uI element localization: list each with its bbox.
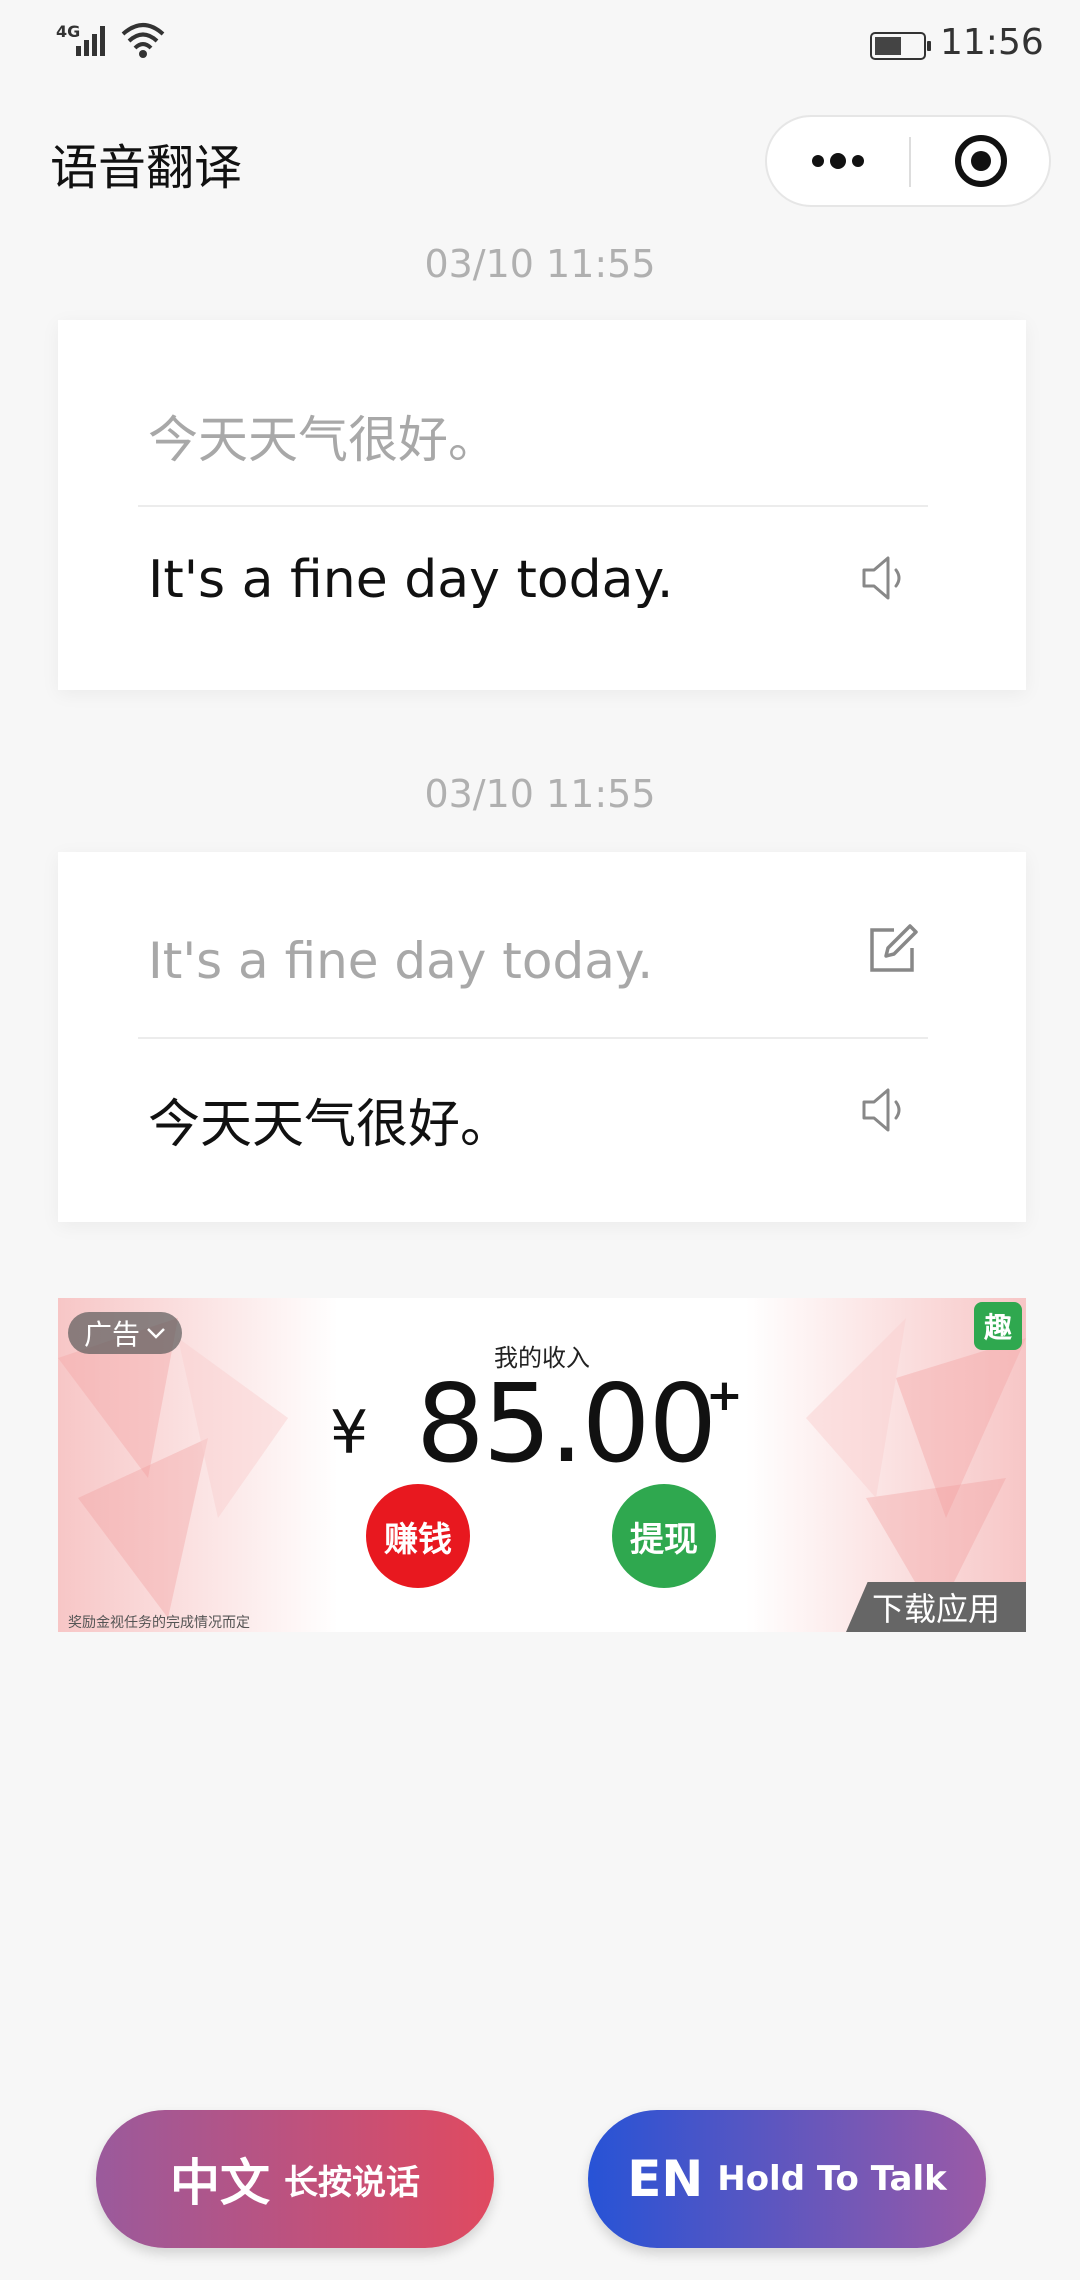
mini-program-capsule (765, 115, 1051, 207)
source-text: 今天天气很好。 (148, 411, 498, 469)
source-text: It's a fine day today. (148, 932, 654, 990)
page-title: 语音翻译 (50, 140, 243, 196)
more-dots-icon (812, 153, 864, 169)
message-timestamp: 03/10 11:55 (424, 242, 656, 286)
close-button[interactable] (911, 117, 1051, 205)
ad-plus-sign: + (706, 1370, 743, 1421)
translated-text: It's a fine day today. (148, 550, 674, 610)
hold-to-talk-english-button[interactable]: EN Hold To Talk (588, 2110, 986, 2248)
wifi-icon (121, 23, 165, 58)
message-timestamp: 03/10 11:55 (424, 772, 656, 816)
translation-card: 今天天气很好。 It's a fine day today. (58, 320, 1026, 690)
ad-footnote: 奖励金视任务的完成情况而定 (68, 1615, 250, 1631)
more-button[interactable] (767, 117, 909, 205)
card-divider (138, 1037, 928, 1039)
ad-withdraw-button[interactable]: 提现 (612, 1484, 716, 1588)
status-time: 11:56 (940, 22, 1044, 63)
status-bar: 4G 11:56 (0, 0, 1080, 90)
speaker-icon[interactable] (858, 550, 914, 606)
translated-text: 今天天气很好。 (148, 1095, 513, 1155)
hold-to-talk-chinese-button[interactable]: 中文 长按说话 (96, 2110, 494, 2248)
ad-income-amount: 85.00 (416, 1362, 717, 1487)
ad-banner[interactable]: 广告 趣 我的收入 ¥ 85.00 + 赚钱 提现 奖励金视任务的完成情况而定 … (58, 1298, 1026, 1632)
battery-icon (870, 32, 931, 60)
ad-currency-symbol: ¥ (330, 1398, 369, 1468)
speaker-icon[interactable] (858, 1082, 914, 1138)
talk-lang-label: 中文 (170, 2154, 270, 2212)
talk-lang-label: EN (627, 2150, 704, 2208)
edit-icon[interactable] (864, 922, 920, 978)
talk-hint-label: Hold To Talk (717, 2159, 947, 2199)
translation-card: It's a fine day today. 今天天气很好。 (58, 852, 1026, 1222)
ad-download-button[interactable]: 下载应用 (846, 1582, 1026, 1632)
ad-earn-button[interactable]: 赚钱 (366, 1484, 470, 1588)
signal-icon (76, 26, 105, 56)
target-close-icon (955, 135, 1007, 187)
talk-hint-label: 长按说话 (284, 2162, 420, 2203)
card-divider (138, 505, 928, 507)
